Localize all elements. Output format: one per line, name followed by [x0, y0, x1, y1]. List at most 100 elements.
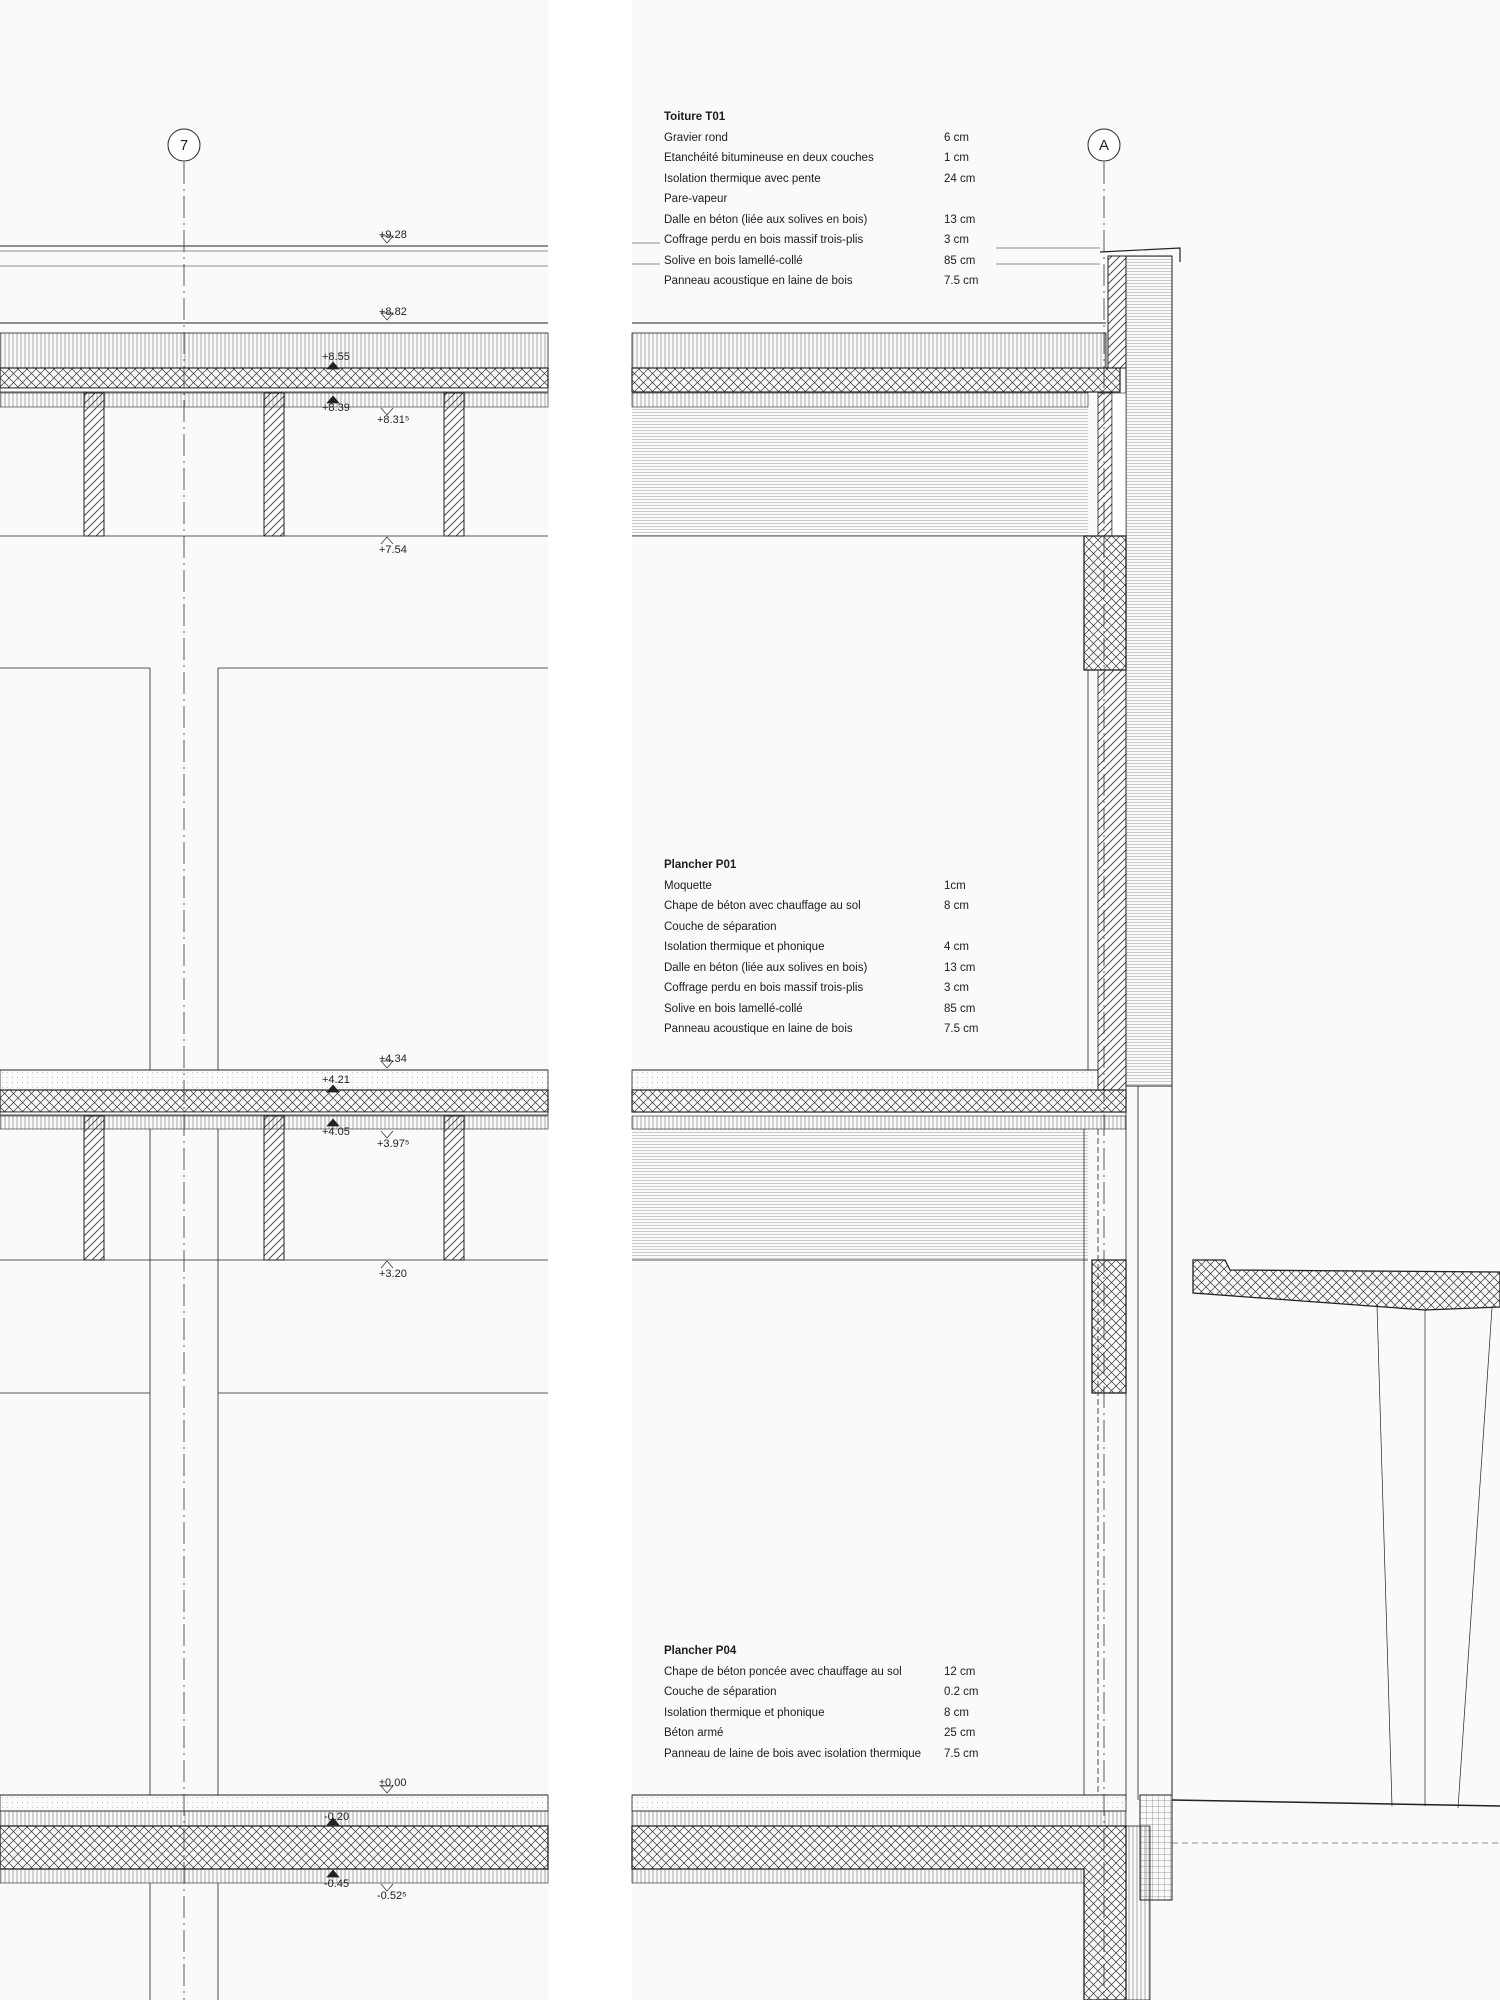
legend-row: Isolation thermique et phonique 4 cm — [664, 937, 1004, 958]
legend-row: Solive en bois lamellé-collé 85 cm — [664, 999, 1004, 1020]
layer-thickness — [944, 917, 1004, 938]
facade-cladding — [1125, 255, 1173, 1087]
ground-concrete-slab — [0, 1825, 549, 1870]
legend-plancher-p04: Plancher P04 Chape de béton poncée avec … — [664, 1641, 1004, 1764]
layer-material: Dalle en béton (liée aux solives en bois… — [664, 961, 868, 974]
legend-row: Dalle en béton (liée aux solives en bois… — [664, 958, 1004, 979]
level-m052: -0.52⁵ — [377, 1890, 407, 1902]
roof-concrete-slab — [0, 367, 549, 389]
window-frame-block — [1091, 1259, 1127, 1394]
level-855: +8.55 — [322, 351, 350, 363]
layer-thickness: 25 cm — [944, 1727, 976, 1739]
level-754: +7.54 — [379, 544, 407, 556]
layer-thickness: 85 cm — [944, 1002, 976, 1015]
layer-thickness: 3 cm — [944, 234, 969, 246]
perimeter-insulation — [1139, 1794, 1173, 1901]
layer-thickness: 85 cm — [944, 254, 976, 267]
layer-material: Isolation thermique et phonique — [664, 1706, 825, 1719]
layer-material: Moquette — [664, 879, 712, 892]
roof-concrete-slab-right — [631, 367, 1121, 393]
legend-row: Béton armé 25 cm — [664, 1723, 1004, 1744]
layer-thickness — [944, 189, 1004, 210]
roof-joist — [443, 392, 465, 537]
layer-material: Panneau acoustique en laine de bois — [664, 275, 853, 287]
layer-material: Coffrage perdu en bois massif trois-plis — [664, 982, 864, 994]
roof-insulation — [0, 332, 549, 369]
roof-joist — [83, 392, 105, 537]
level-m020: -0.20 — [324, 1811, 349, 1823]
canopy — [1192, 1259, 1500, 1311]
layer-material: Etanchéité bitumineuse en deux couches — [664, 152, 874, 164]
floor-concrete-slab — [0, 1089, 549, 1113]
legend-row: Dalle en béton (liée aux solives en bois… — [664, 210, 1004, 231]
layer-material: Isolation thermique avec pente — [664, 172, 821, 185]
layer-thickness: 24 cm — [944, 172, 976, 185]
layer-material: Solive en bois lamellé-collé — [664, 1002, 803, 1015]
layer-material: Gravier rond — [664, 131, 728, 144]
level-928: +9.28 — [379, 229, 407, 241]
legend-row: Isolation thermique avec pente 24 cm — [664, 169, 1004, 190]
layer-thickness: 1 cm — [944, 152, 969, 164]
legend-row: Chape de béton poncée avec chauffage au … — [664, 1662, 1004, 1683]
layer-thickness: 1cm — [944, 879, 966, 892]
legend-row: Couche de séparation — [664, 917, 1004, 938]
legend-row: Couche de séparation 0.2 cm — [664, 1682, 1004, 1703]
layer-thickness: 12 cm — [944, 1665, 976, 1678]
facade-insulation-block — [1083, 535, 1127, 671]
layer-material: Pare-vapeur — [664, 193, 728, 205]
level-434: +4.34 — [379, 1053, 407, 1065]
sheet-gap — [548, 0, 632, 2000]
layer-thickness: 8 cm — [944, 900, 969, 912]
grid-axis-a-label: A — [1099, 137, 1109, 154]
level-831: +8.31⁵ — [377, 414, 409, 426]
legend-row: Chape de béton avec chauffage au sol 8 cm — [664, 896, 1004, 917]
level-320: +3.20 — [379, 1268, 407, 1280]
legend-row: Solive en bois lamellé-collé 85 cm — [664, 251, 1004, 272]
floor-joist — [443, 1115, 465, 1261]
legend-row: Panneau acoustique en laine de bois 7.5 c… — [664, 1019, 1004, 1040]
ground-screed — [0, 1794, 549, 1812]
layer-material: Isolation thermique et phonique — [664, 941, 825, 953]
legend-row: Panneau de laine de bois avec isolation … — [664, 1744, 1004, 1765]
floor-screed — [0, 1069, 549, 1091]
layer-material: Chape de béton poncée avec chauffage au … — [664, 1665, 902, 1678]
legend-title: Plancher P01 — [664, 859, 737, 871]
layer-thickness: 4 cm — [944, 941, 969, 953]
legend-toiture-t01: Toiture T01 Gravier rond 6 cm Etanchéité … — [664, 107, 1004, 292]
layer-thickness: 7.5 cm — [944, 1023, 979, 1035]
layer-thickness: 8 cm — [944, 1706, 969, 1719]
legend-row: Gravier rond 6 cm — [664, 128, 1004, 149]
legend-row: Coffrage perdu en bois massif trois-plis… — [664, 230, 1004, 251]
layer-thickness: 7.5 cm — [944, 1747, 979, 1760]
legend-row: Pare-vapeur — [664, 189, 1004, 210]
foundation-wall — [631, 1825, 1127, 2000]
level-839: +8.39 — [322, 402, 350, 414]
layer-thickness: 13 cm — [944, 213, 976, 226]
layer-material: Béton armé — [664, 1727, 724, 1739]
legend-title: Toiture T01 — [664, 111, 726, 123]
left-sheet — [0, 128, 549, 2000]
layer-thickness: 7.5 cm — [944, 275, 979, 287]
grid-axis-7-label: 7 — [180, 137, 188, 154]
layer-material: Chape de béton avec chauffage au sol — [664, 900, 861, 912]
layer-thickness: 13 cm — [944, 961, 976, 974]
level-405: +4.05 — [322, 1126, 350, 1138]
legend-plancher-p01: Plancher P01 Moquette 1cm Chape de béton … — [664, 855, 1004, 1040]
legend-row: Moquette 1cm — [664, 876, 1004, 897]
layer-material: Dalle en béton (liée aux solives en bois… — [664, 213, 868, 226]
layer-material: Couche de séparation — [664, 920, 777, 933]
legend-title: Plancher P04 — [664, 1645, 737, 1657]
legend-row: Panneau acoustique en laine de bois 7.5 c… — [664, 271, 1004, 292]
layer-material: Solive en bois lamellé-collé — [664, 254, 803, 267]
layer-material: Coffrage perdu en bois massif trois-plis — [664, 234, 864, 246]
layer-thickness: 6 cm — [944, 131, 969, 144]
layer-thickness: 3 cm — [944, 982, 969, 994]
layer-thickness: 0.2 cm — [944, 1686, 979, 1698]
layer-material: Panneau de laine de bois avec isolation … — [664, 1747, 922, 1760]
roof-joist — [263, 392, 285, 537]
layer-material: Couche de séparation — [664, 1686, 777, 1698]
legend-row: Etanchéité bitumineuse en deux couches 1 … — [664, 148, 1004, 169]
level-000: ±0.00 — [379, 1777, 406, 1789]
floor-joist — [263, 1115, 285, 1261]
level-397: +3.97⁵ — [377, 1138, 409, 1150]
